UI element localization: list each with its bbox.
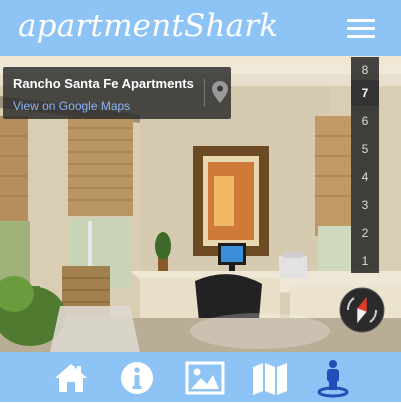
floor-2[interactable]: 2 xyxy=(351,220,379,246)
floor-selector: 8 7 6 5 4 3 2 1 xyxy=(351,57,379,273)
floor-4[interactable]: 4 xyxy=(351,164,379,190)
map-pin-icon[interactable] xyxy=(212,81,228,103)
location-info-box: Rancho Santa Fe Apartments View on Googl… xyxy=(3,67,231,119)
image-icon[interactable] xyxy=(185,358,225,398)
floor-3[interactable]: 3 xyxy=(351,192,379,218)
street-view-icon[interactable] xyxy=(313,358,353,398)
floor-5[interactable]: 5 xyxy=(351,136,379,162)
info-icon[interactable] xyxy=(117,358,157,398)
info-divider xyxy=(204,79,205,107)
menu-icon[interactable] xyxy=(347,18,375,40)
floor-6[interactable]: 6 xyxy=(351,108,379,134)
home-icon[interactable] xyxy=(51,358,91,398)
floor-7[interactable]: 7 xyxy=(351,80,379,106)
map-icon[interactable] xyxy=(250,358,290,398)
location-title: Rancho Santa Fe Apartments xyxy=(13,76,194,91)
bottom-nav xyxy=(0,352,401,402)
view-on-google-maps-link[interactable]: View on Google Maps xyxy=(13,99,130,113)
brand-logo[interactable]: apartmentShark xyxy=(18,8,278,44)
compass-icon[interactable] xyxy=(339,287,385,333)
app-header: apartmentShark xyxy=(0,0,401,56)
floor-1[interactable]: 1 xyxy=(351,248,379,274)
